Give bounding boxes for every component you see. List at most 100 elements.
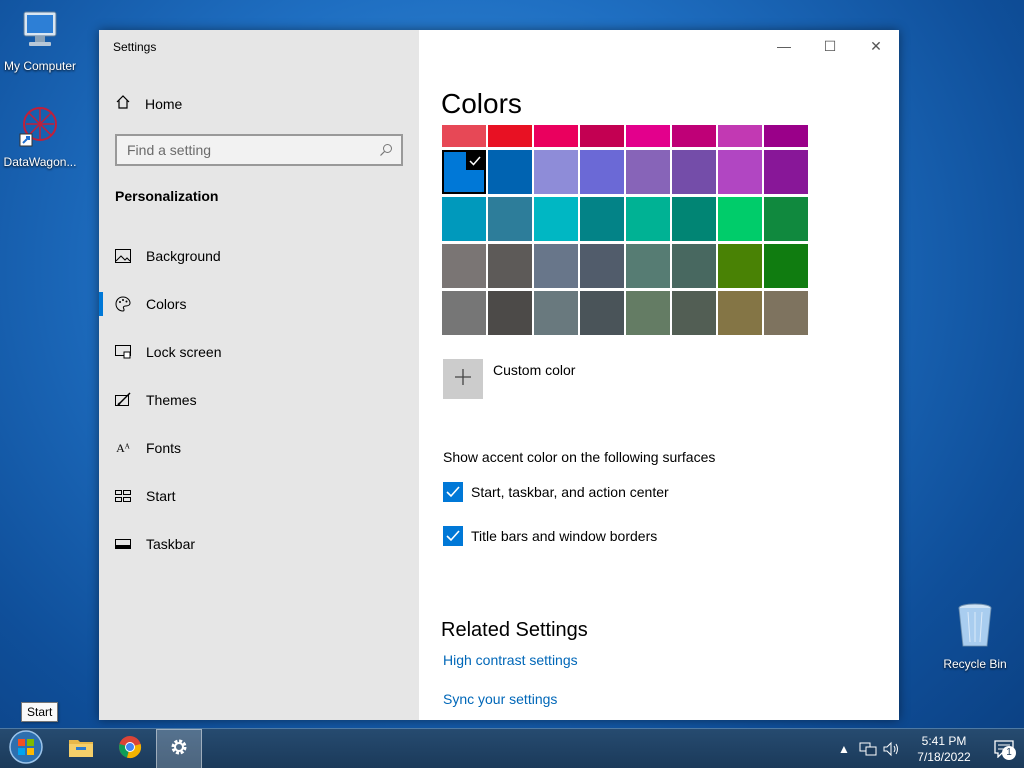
sidebar-item-label: Lock screen: [146, 344, 222, 360]
color-swatch[interactable]: [672, 197, 716, 241]
color-swatch[interactable]: [534, 244, 578, 288]
maximize-button[interactable]: ☐: [807, 30, 853, 62]
palette-icon: [115, 296, 131, 312]
color-swatch[interactable]: [534, 125, 578, 147]
sidebar-item-label: Themes: [146, 392, 197, 408]
volume-icon[interactable]: [880, 737, 904, 761]
window-title: Settings: [113, 40, 157, 54]
taskbar-chrome[interactable]: [107, 729, 153, 768]
color-swatch[interactable]: [442, 244, 486, 288]
color-swatch[interactable]: [626, 291, 670, 335]
color-swatch[interactable]: [626, 125, 670, 147]
sidebar-item-background[interactable]: Background: [99, 232, 419, 280]
custom-color-label[interactable]: Custom color: [493, 362, 575, 378]
sidebar-item-label: Taskbar: [146, 536, 196, 552]
color-swatch[interactable]: [488, 150, 532, 194]
datawagon-label: DataWagon...: [3, 155, 77, 169]
color-swatch[interactable]: [718, 291, 762, 335]
taskbar-settings[interactable]: [156, 729, 202, 768]
color-swatch[interactable]: [442, 125, 486, 147]
color-swatch[interactable]: [764, 291, 808, 335]
color-swatch[interactable]: [488, 197, 532, 241]
color-swatch[interactable]: [718, 244, 762, 288]
system-clock[interactable]: 5:41 PM 7/18/2022: [904, 733, 984, 765]
color-swatch[interactable]: [580, 197, 624, 241]
personalization-nav: Background Colors Lock screen Themes Aᴬ …: [99, 232, 419, 568]
show-hidden-icons-icon[interactable]: ▲: [832, 737, 856, 761]
selected-check-icon: [466, 152, 484, 170]
start-icon: [115, 488, 131, 504]
color-swatch[interactable]: [580, 125, 624, 147]
clock-time: 5:41 PM: [921, 734, 967, 748]
color-swatch[interactable]: [718, 197, 762, 241]
color-swatch[interactable]: [718, 125, 762, 147]
color-swatch[interactable]: [534, 197, 578, 241]
recycle-bin-icon: [935, 600, 1015, 653]
custom-color-button[interactable]: [443, 359, 483, 399]
color-swatch[interactable]: [534, 150, 578, 194]
color-swatch[interactable]: [672, 125, 716, 147]
color-swatch[interactable]: [672, 244, 716, 288]
system-tray: ▲ 5:41 PM 7/18/2022 1: [832, 729, 1024, 768]
color-swatch[interactable]: [672, 150, 716, 194]
color-swatch[interactable]: [442, 197, 486, 241]
color-swatch[interactable]: [764, 244, 808, 288]
color-swatch[interactable]: [764, 125, 808, 147]
sidebar-item-start[interactable]: Start: [99, 472, 419, 520]
recycle-bin-label: Recycle Bin: [943, 657, 1007, 671]
start-tooltip: Start: [21, 702, 59, 722]
sidebar-item-fonts[interactable]: Aᴬ Fonts: [99, 424, 419, 472]
color-swatch[interactable]: [442, 291, 486, 335]
datawagon-desktop-icon[interactable]: DataWagon...: [0, 104, 80, 169]
gear-icon: [168, 736, 190, 763]
color-swatch[interactable]: [580, 150, 624, 194]
color-swatch[interactable]: [626, 197, 670, 241]
color-swatch[interactable]: [488, 125, 532, 147]
checkbox-label: Title bars and window borders: [471, 528, 658, 544]
color-swatch[interactable]: [672, 291, 716, 335]
accent-title-bars-checkbox[interactable]: Title bars and window borders: [443, 526, 657, 546]
section-label-personalization: Personalization: [115, 188, 219, 204]
sidebar-item-lock-screen[interactable]: Lock screen: [99, 328, 419, 376]
my-computer-desktop-icon[interactable]: My Computer: [0, 8, 80, 73]
recycle-bin-desktop-icon[interactable]: Recycle Bin: [935, 600, 1015, 671]
network-icon[interactable]: [856, 737, 880, 761]
color-swatch[interactable]: [764, 150, 808, 194]
color-swatch[interactable]: [626, 150, 670, 194]
taskbar-file-explorer[interactable]: [58, 729, 104, 768]
color-swatch[interactable]: [764, 197, 808, 241]
checkbox-checked-icon[interactable]: [443, 526, 463, 546]
my-computer-label: My Computer: [3, 59, 77, 73]
taskbar-icon: [115, 536, 131, 552]
color-swatch[interactable]: [718, 150, 762, 194]
minimize-button[interactable]: —: [761, 30, 807, 62]
color-swatch[interactable]: [626, 244, 670, 288]
checkbox-checked-icon[interactable]: [443, 482, 463, 502]
accent-start-taskbar-checkbox[interactable]: Start, taskbar, and action center: [443, 482, 669, 502]
start-button[interactable]: [6, 729, 46, 767]
notification-count-badge: 1: [1002, 746, 1016, 760]
folder-icon: [68, 736, 94, 763]
close-button[interactable]: ✕: [853, 30, 899, 62]
sidebar-item-themes[interactable]: Themes: [99, 376, 419, 424]
color-swatch[interactable]: [488, 244, 532, 288]
high-contrast-settings-link[interactable]: High contrast settings: [443, 652, 578, 668]
color-swatch[interactable]: [488, 291, 532, 335]
color-swatch-selected[interactable]: [442, 150, 486, 194]
sidebar-item-taskbar[interactable]: Taskbar: [99, 520, 419, 568]
sidebar-item-label: Start: [146, 488, 176, 504]
related-settings-heading: Related Settings: [441, 619, 588, 641]
search-input[interactable]: Find a setting: [115, 134, 403, 166]
page-title: Colors: [441, 88, 522, 119]
action-center-icon[interactable]: 1: [984, 737, 1024, 761]
surfaces-heading: Show accent color on the following surfa…: [443, 449, 716, 465]
color-swatch[interactable]: [534, 291, 578, 335]
color-swatch[interactable]: [580, 244, 624, 288]
color-swatch[interactable]: [580, 291, 624, 335]
search-placeholder: Find a setting: [127, 142, 212, 158]
settings-window: Settings Home Find a setting Personaliza…: [99, 30, 899, 720]
picture-icon: [115, 248, 131, 264]
home-nav-item[interactable]: Home: [115, 94, 182, 113]
sidebar-item-colors[interactable]: Colors: [99, 280, 419, 328]
sync-settings-link[interactable]: Sync your settings: [443, 691, 557, 707]
